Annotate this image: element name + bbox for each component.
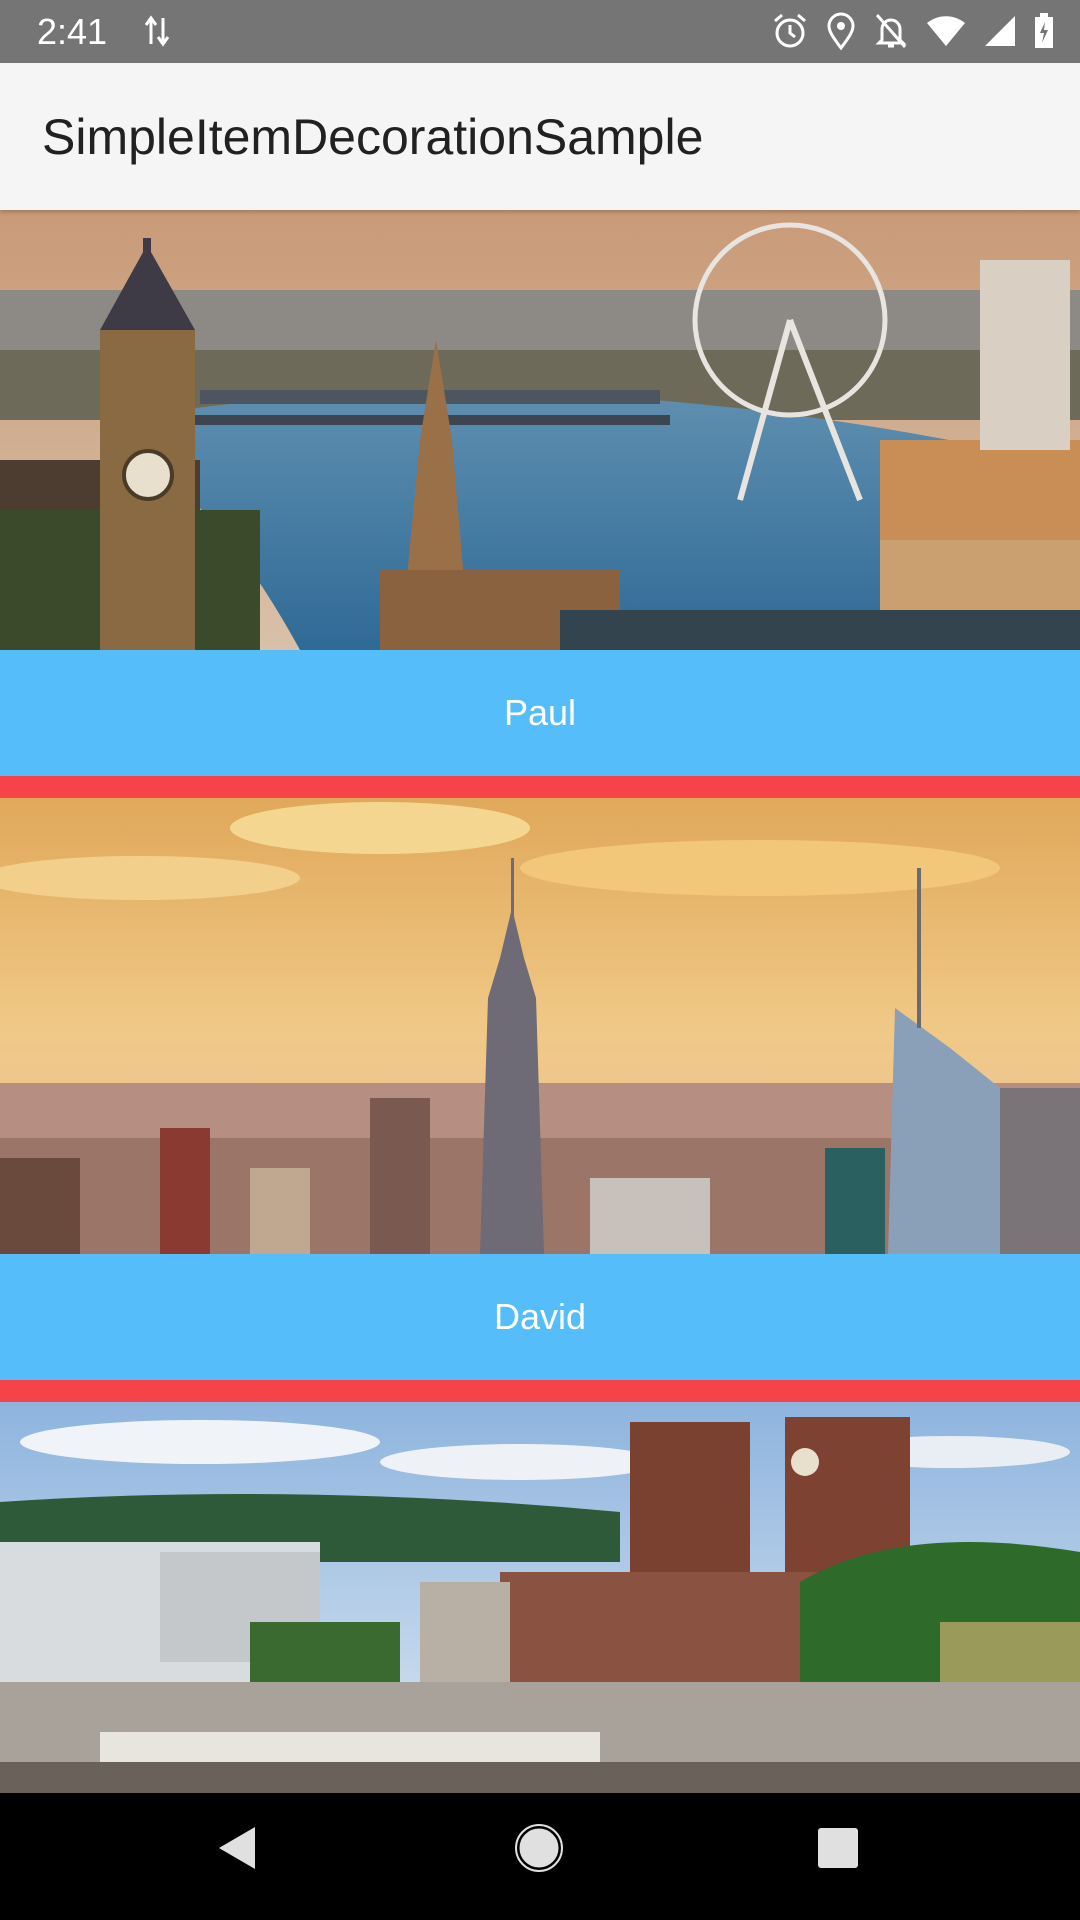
item-divider [0,1380,1080,1402]
new-york-skyline-image[interactable] [0,798,1080,1254]
back-icon[interactable] [215,1823,259,1878]
data-transfer-icon [144,14,170,53]
london-skyline-image[interactable] [0,210,1080,650]
signal-icon [984,15,1016,52]
list-item-label[interactable]: David [0,1254,1080,1380]
recents-icon[interactable] [817,1827,859,1874]
navigation-bar [0,1793,1080,1920]
list-item-label[interactable]: Paul [0,650,1080,776]
item-list[interactable]: Paul David [0,210,1080,1793]
app-bar: SimpleItemDecorationSample [0,63,1080,210]
home-icon[interactable] [515,1824,563,1877]
alarm-icon [772,12,808,55]
status-bar: 2:41 [0,0,1080,63]
status-time: 2:41 [37,11,108,52]
oslo-city-hall-image[interactable] [0,1402,1080,1793]
wifi-icon [926,15,966,52]
battery-icon [1034,13,1054,54]
page-title: SimpleItemDecorationSample [42,109,704,165]
notifications-off-icon [874,12,908,55]
status-icons [772,12,1054,55]
location-icon [826,12,856,55]
item-divider [0,776,1080,798]
